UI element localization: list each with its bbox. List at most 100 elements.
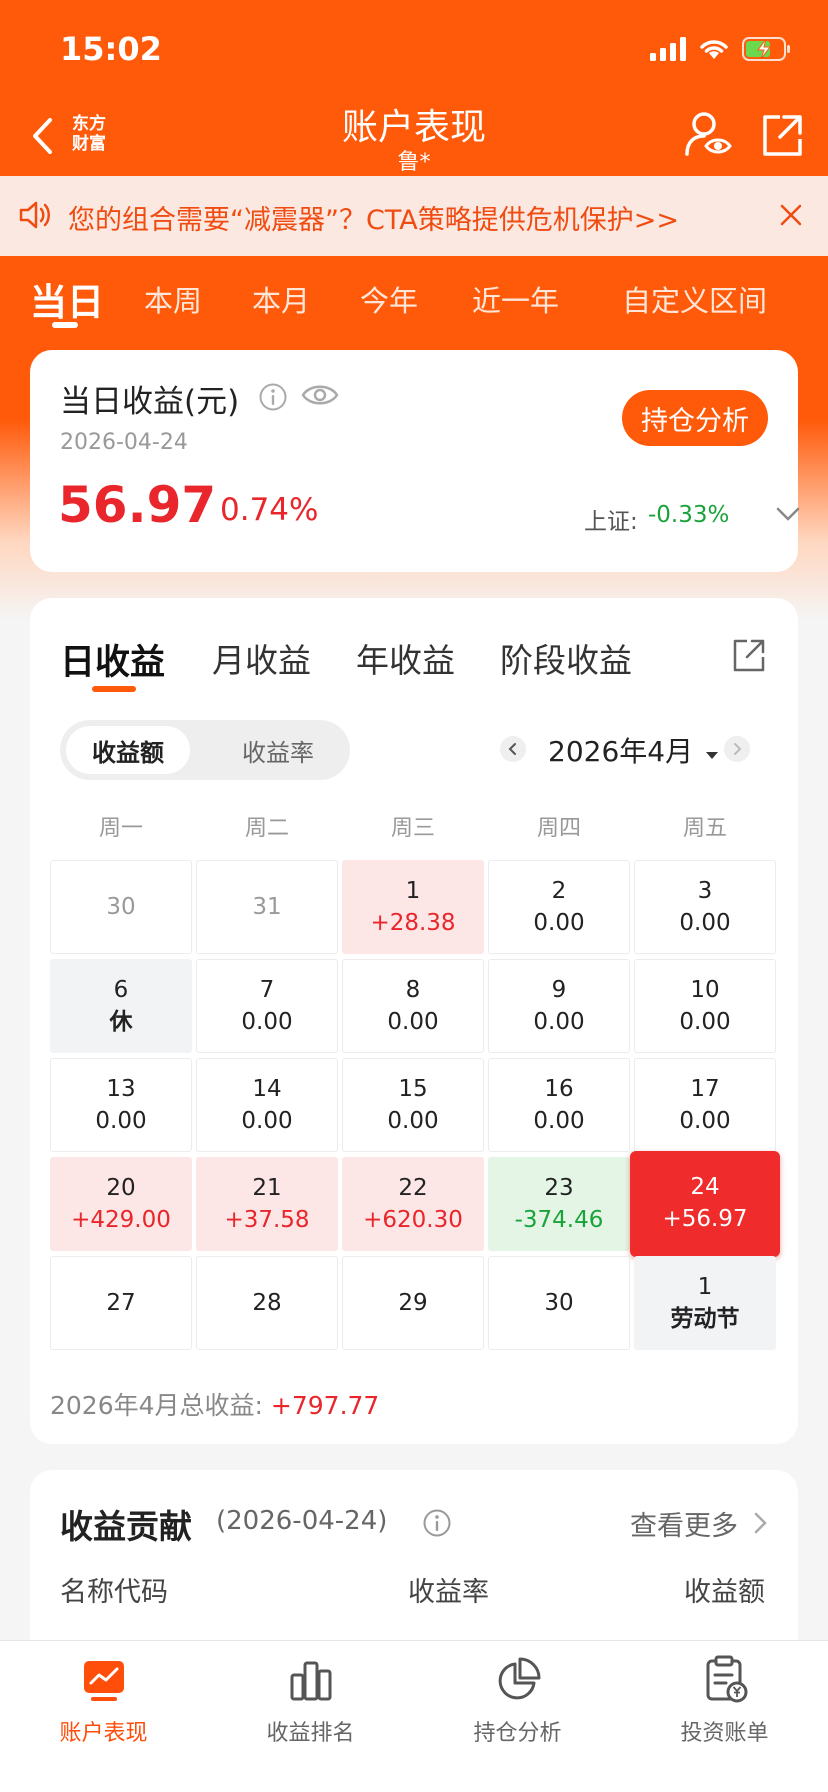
calendar-day[interactable]: 30	[488, 1256, 630, 1350]
calendar-day-number: 30	[106, 894, 136, 920]
calendar-day[interactable]: 29	[342, 1256, 484, 1350]
profit-mode-toggle: 收益额 收益率	[60, 720, 350, 780]
holdings-analysis-button[interactable]: 持仓分析	[622, 390, 768, 446]
calendar-day-number: 2	[551, 878, 567, 904]
status-time: 15:02	[60, 30, 162, 68]
index-value[interactable]: -0.33%	[648, 502, 729, 528]
period-tabs: 当日 本周 本月 今年 近一年 自定义区间	[0, 256, 828, 348]
calendar-day[interactable]: 3 0.00	[634, 860, 776, 954]
chevron-right-icon[interactable]	[724, 736, 750, 762]
toggle-amount[interactable]: 收益额	[66, 726, 190, 774]
daily-summary-card: 当日收益(元) 2026-04-24 56.97 0.74% 持仓分析 上证: …	[30, 350, 800, 572]
tabbar-item-ranking[interactable]: 收益排名	[207, 1655, 414, 1747]
calendar-day[interactable]: 21 +37.58	[196, 1157, 338, 1251]
calendar-day[interactable]: 13 0.00	[50, 1058, 192, 1152]
tab-this-month[interactable]: 本月	[252, 278, 310, 320]
tabbar-item-performance[interactable]: 账户表现	[0, 1655, 207, 1747]
column-header-name: 名称代码	[60, 1577, 168, 1608]
calendar-day-number: 6	[113, 977, 129, 1003]
tab-this-year[interactable]: 今年	[360, 278, 418, 320]
calendar-day[interactable]: 9 0.00	[488, 959, 630, 1053]
summary-date: 2026-04-24	[60, 430, 188, 455]
export-icon[interactable]	[730, 636, 768, 674]
calendar-day[interactable]: 1 +28.38	[342, 860, 484, 954]
privacy-toggle-button[interactable]	[684, 110, 732, 160]
bottom-tab-bar: 账户表现 收益排名 持仓分析 投资账单	[0, 1640, 828, 1792]
calendar-day[interactable]: 31	[196, 860, 338, 954]
calendar-day[interactable]: 20 +429.00	[50, 1157, 192, 1251]
calendar-day-number: 22	[398, 1175, 428, 1201]
calendar-day-profit: -374.46	[514, 1207, 604, 1233]
chevron-right-icon[interactable]	[750, 1510, 770, 1536]
calendar-day[interactable]: 15 0.00	[342, 1058, 484, 1152]
calendar-day-number: 29	[398, 1290, 428, 1316]
view-more-link[interactable]: 查看更多	[630, 1504, 738, 1543]
month-selector[interactable]: 2026年4月	[548, 730, 720, 770]
calendar-day[interactable]: 16 0.00	[488, 1058, 630, 1152]
calendar-day[interactable]: 7 0.00	[196, 959, 338, 1053]
calendar-day[interactable]: 14 0.00	[196, 1058, 338, 1152]
calendar-day-profit: +28.38	[370, 910, 456, 936]
calendar-day-profit: +620.30	[363, 1207, 463, 1233]
profit-calendar-card: 日收益 月收益 年收益 阶段收益 收益额 收益率 2026年4月 周一 周二 周三 周…	[30, 598, 798, 1444]
daily-profit-percent: 0.74%	[220, 492, 319, 528]
calendar-day[interactable]: 22 +620.30	[342, 1157, 484, 1251]
eye-icon[interactable]	[300, 380, 340, 410]
info-icon[interactable]	[258, 382, 288, 412]
calendar-day-profit: 0.00	[95, 1108, 147, 1134]
column-header-rate[interactable]: 收益率	[408, 1570, 489, 1609]
calendar-day[interactable]: 23 -374.46	[488, 1157, 630, 1251]
calendar-day[interactable]: 6休	[50, 959, 192, 1053]
calendar-day-number: 27	[106, 1290, 136, 1316]
index-label[interactable]: 上证:	[584, 502, 638, 536]
tabbar-label: 账户表现	[59, 1721, 148, 1746]
chevron-down-icon[interactable]	[774, 504, 802, 524]
chevron-left-icon[interactable]	[500, 736, 526, 762]
column-header-amount[interactable]: 收益额	[684, 1570, 765, 1609]
summary-title: 当日收益(元)	[60, 384, 240, 420]
promo-notice[interactable]: 您的组合需要“减震器”？CTA策略提供危机保护>>	[0, 176, 828, 256]
calendar-day[interactable]: 28	[196, 1256, 338, 1350]
pie-chart-icon	[498, 1657, 540, 1700]
speaker-icon	[19, 201, 50, 229]
calendar-day-profit: +56.97	[662, 1206, 748, 1232]
contribution-date: (2026-04-24)	[216, 1506, 388, 1536]
tab-period-profit[interactable]: 阶段收益	[500, 634, 632, 682]
tab-daily-profit[interactable]: 日收益	[60, 634, 165, 685]
tab-this-week[interactable]: 本周	[144, 278, 202, 320]
tab-today[interactable]: 当日	[30, 272, 104, 326]
close-icon[interactable]	[776, 200, 806, 230]
calendar-day[interactable]: 2 0.00	[488, 860, 630, 954]
info-icon[interactable]	[422, 1508, 452, 1538]
wifi-icon	[700, 40, 728, 59]
tab-last-year[interactable]: 近一年	[472, 278, 559, 320]
contribution-title: 收益贡献	[60, 1507, 192, 1546]
tabbar-item-bill[interactable]: 投资账单	[621, 1655, 828, 1747]
calendar-day[interactable]: 10 0.00	[634, 959, 776, 1053]
weekday-label: 周二	[244, 816, 289, 841]
calendar-day[interactable]: 8 0.00	[342, 959, 484, 1053]
share-icon	[763, 115, 802, 156]
calendar-day-number: 30	[544, 1290, 574, 1316]
calendar-day[interactable]: 30	[50, 860, 192, 954]
calendar-day-profit: 0.00	[533, 1009, 585, 1035]
tab-yearly-profit[interactable]: 年收益	[356, 634, 455, 682]
tab-custom-range[interactable]: 自定义区间	[622, 278, 767, 320]
weekday-label: 周五	[682, 816, 727, 841]
tabbar-label: 收益排名	[266, 1721, 355, 1746]
tabbar-item-holdings[interactable]: 持仓分析	[414, 1655, 621, 1747]
share-button[interactable]	[758, 110, 806, 160]
month-total: 2026年4月总收益: +797.77	[50, 1386, 379, 1422]
calendar-day[interactable]: 1 劳动节	[634, 1256, 776, 1350]
calendar-day-number: 14	[252, 1076, 282, 1102]
month-total-label: 2026年4月总收益:	[50, 1391, 263, 1420]
notice-text[interactable]: 您的组合需要“减震器”？CTA策略提供危机保护>>	[68, 198, 679, 237]
calendar-day-number: 28	[252, 1290, 282, 1316]
calendar-day[interactable]: 27	[50, 1256, 192, 1350]
calendar-day[interactable]: 17 0.00	[634, 1058, 776, 1152]
calendar-day-profit: 0.00	[533, 910, 585, 936]
status-bar: 15:02	[0, 0, 828, 96]
tab-monthly-profit[interactable]: 月收益	[212, 634, 311, 682]
toggle-rate[interactable]: 收益率	[216, 726, 340, 774]
calendar-day-today[interactable]: 24 +56.97	[630, 1151, 780, 1257]
